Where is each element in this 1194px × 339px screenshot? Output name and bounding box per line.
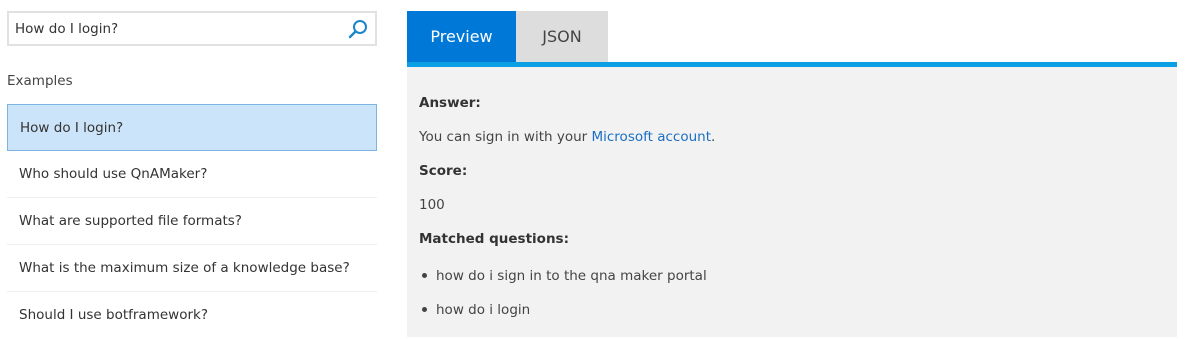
result-pane: Preview JSON Answer: You can sign in wit…	[407, 11, 1177, 337]
examples-label: Examples	[7, 73, 73, 89]
search-input[interactable]	[15, 13, 335, 44]
microsoft-account-link[interactable]: Microsoft account	[591, 129, 711, 145]
example-item[interactable]: Should I use botframework?	[7, 292, 377, 339]
examples-list: How do I login? Who should use QnAMaker?…	[7, 104, 377, 339]
search-box	[7, 11, 377, 46]
example-item[interactable]: What are supported file formats?	[7, 198, 377, 245]
answer-text: You can sign in with your Microsoft acco…	[419, 129, 715, 145]
matched-questions-list: how do i sign in to the qna maker portal…	[419, 267, 707, 335]
bullet-icon	[422, 307, 427, 312]
matched-heading: Matched questions:	[419, 231, 569, 247]
bullet-icon	[422, 273, 427, 278]
preview-panel: Answer: You can sign in with your Micros…	[407, 67, 1177, 337]
example-item[interactable]: What is the maximum size of a knowledge …	[7, 245, 377, 292]
answer-suffix: .	[711, 129, 716, 145]
example-item[interactable]: Who should use QnAMaker?	[7, 151, 377, 198]
score-heading: Score:	[419, 163, 468, 179]
matched-question-text: how do i login	[436, 302, 531, 318]
matched-question: how do i login	[419, 301, 707, 335]
search-icon[interactable]	[347, 18, 369, 40]
example-item[interactable]: How do I login?	[7, 104, 377, 151]
score-value: 100	[419, 197, 445, 213]
left-pane: Examples How do I login? Who should use …	[7, 11, 377, 323]
matched-question-text: how do i sign in to the qna maker portal	[436, 268, 707, 284]
answer-prefix: You can sign in with your	[419, 129, 592, 145]
tab-json[interactable]: JSON	[516, 11, 608, 62]
answer-heading: Answer:	[419, 95, 481, 111]
matched-question: how do i sign in to the qna maker portal	[419, 267, 707, 301]
tab-preview[interactable]: Preview	[407, 11, 516, 62]
